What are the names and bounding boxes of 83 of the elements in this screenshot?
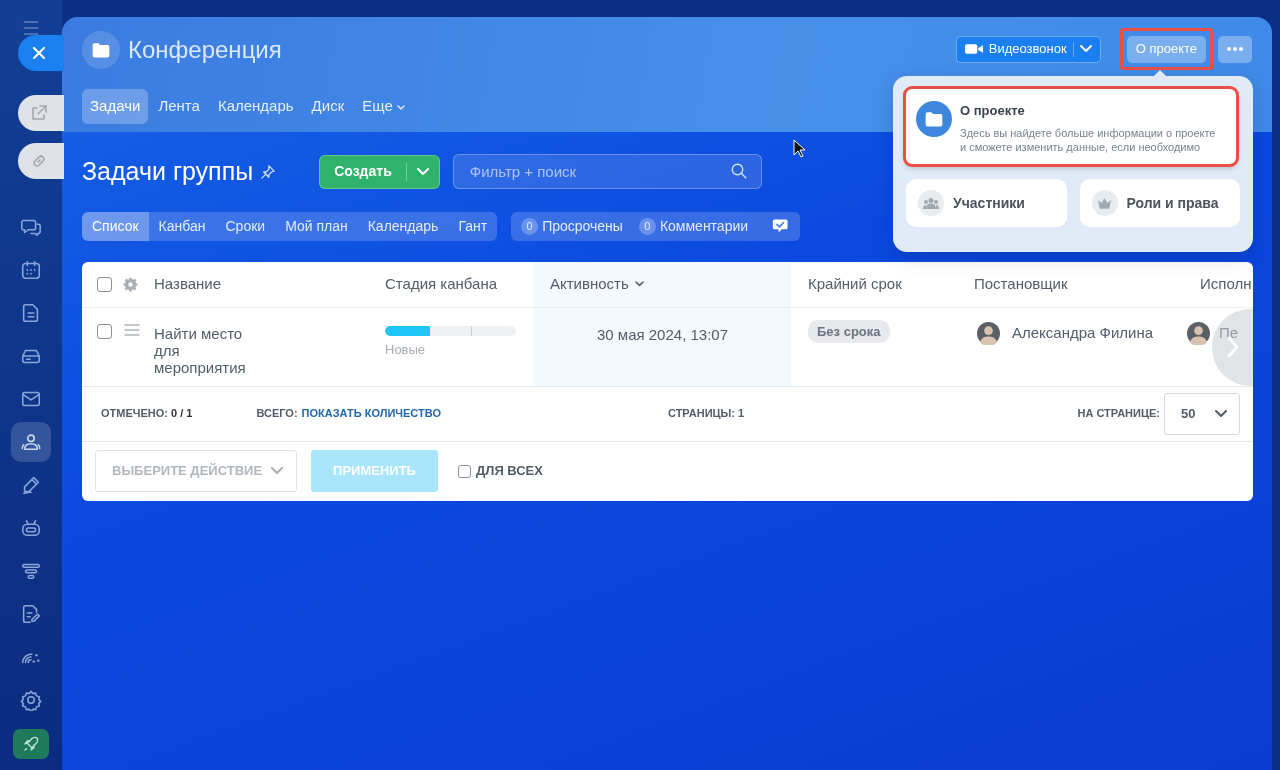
calendar-icon xyxy=(20,258,42,281)
video-call-button[interactable]: Видеозвонок xyxy=(955,35,1101,63)
chevron-down-icon xyxy=(416,167,429,176)
for-all-checkbox[interactable] xyxy=(458,464,471,478)
action-select[interactable]: ВЫБЕРИТЕ ДЕЙСТВИЕ xyxy=(95,450,297,492)
document-edit-icon xyxy=(20,602,42,625)
counter-badge: 0 xyxy=(638,217,656,235)
counter-filter[interactable]: Просрочены xyxy=(542,215,623,237)
row-checkbox[interactable] xyxy=(97,323,112,339)
drag-handle-icon xyxy=(124,323,140,336)
stage-label: Новые xyxy=(385,340,426,359)
roles-button[interactable]: Роли и права xyxy=(1079,179,1240,228)
column-header[interactable]: Стадия канбана xyxy=(385,272,498,296)
about-project-item[interactable]: О проекте Здесь вы найдете больше информации о проекте и сможете изменить данные, если необходимо xyxy=(906,89,1236,165)
per-page-label: НА СТРАНИЦЕ: xyxy=(1077,406,1160,422)
create-button[interactable]: Создать xyxy=(319,154,440,189)
rocket-icon xyxy=(22,735,40,753)
view-tab[interactable]: Список xyxy=(82,211,149,241)
select-all-checkbox[interactable] xyxy=(97,276,112,292)
settings-icon xyxy=(123,276,138,292)
view-tab[interactable]: Мой план xyxy=(275,211,358,241)
launch-button[interactable] xyxy=(13,729,49,759)
open-external-icon xyxy=(31,105,47,121)
deadline-tag: Без срока xyxy=(808,319,890,343)
chat-check-icon xyxy=(772,217,791,235)
avatar-icon xyxy=(977,321,1000,345)
chevron-down-icon xyxy=(396,104,405,110)
crown-icon xyxy=(1097,197,1112,210)
window-tab[interactable]: Диск xyxy=(303,89,353,124)
view-tab[interactable]: Гант xyxy=(448,211,498,241)
members-button[interactable]: Участники xyxy=(906,179,1067,228)
total-label: ВСЕГО: xyxy=(256,406,298,422)
close-icon xyxy=(33,47,45,59)
chevron-down-icon xyxy=(1215,409,1227,418)
more-icon xyxy=(1227,47,1243,51)
copy-link-button[interactable] xyxy=(18,143,64,179)
page-title: Задачи группы xyxy=(82,156,254,187)
assignee-name: Пе xyxy=(1219,322,1239,343)
link-icon xyxy=(31,153,47,169)
view-tab[interactable]: Сроки xyxy=(215,211,276,241)
people-icon xyxy=(923,197,939,210)
window-title: Конференция xyxy=(128,35,282,65)
window-tab[interactable]: Задачи xyxy=(82,89,149,124)
open-in-new-button[interactable] xyxy=(18,95,64,131)
item-title: О проекте xyxy=(960,102,1026,120)
menu-icon xyxy=(22,20,40,36)
item-description: Здесь вы найдете больше информации о проекте и сможете изменить данные, если необходимо xyxy=(960,125,1217,155)
activity-date: 30 мая 2024, 13:07 xyxy=(596,324,728,345)
counter-filter[interactable]: Комментарии xyxy=(659,215,749,237)
window-tab[interactable]: Еще xyxy=(354,89,413,124)
per-page-select[interactable]: 50 xyxy=(1164,392,1240,435)
window-tab[interactable]: Лента xyxy=(150,89,208,124)
avatar-icon xyxy=(1187,321,1210,345)
view-tab[interactable]: Канбан xyxy=(148,211,216,241)
column-header[interactable]: Исполн xyxy=(1200,272,1252,296)
task-name[interactable]: Найти место для мероприятия xyxy=(154,324,254,377)
folder-icon xyxy=(91,42,111,58)
column-header[interactable]: Активность xyxy=(550,272,629,296)
creator-name[interactable]: Александра Филина xyxy=(1012,321,1154,344)
marked-count: ОТМЕЧЕНО: 0 / 1 xyxy=(101,406,193,422)
search-icon xyxy=(729,162,748,181)
chevron-down-icon xyxy=(1079,45,1092,53)
settings-icon xyxy=(20,688,42,711)
folder-icon xyxy=(924,111,944,127)
pin-icon[interactable] xyxy=(261,164,276,179)
close-button[interactable] xyxy=(18,35,64,71)
show-count-link[interactable]: ПОКАЗАТЬ КОЛИЧЕСТВО xyxy=(301,405,441,422)
column-header[interactable]: Крайний срок xyxy=(808,272,902,296)
more-button[interactable] xyxy=(1218,35,1252,63)
page-count: СТРАНИЦЫ: 1 xyxy=(668,406,745,422)
camera-icon xyxy=(964,43,983,55)
window-tab[interactable]: Календарь xyxy=(209,89,302,124)
sort-chevron-icon xyxy=(634,281,644,287)
column-header[interactable]: Постановщик xyxy=(974,272,1068,296)
chevron-right-icon xyxy=(1226,336,1239,358)
for-all-option[interactable]: ДЛЯ ВСЕХ xyxy=(458,461,543,481)
column-header[interactable]: Название xyxy=(154,272,222,296)
view-tab[interactable]: Календарь xyxy=(357,211,449,241)
counter-badge: 0 xyxy=(521,217,539,235)
sidebar-item[interactable] xyxy=(11,421,51,462)
cursor-icon xyxy=(793,139,806,158)
about-project-button[interactable]: О проекте xyxy=(1126,35,1206,63)
chevron-down-icon xyxy=(271,467,283,475)
